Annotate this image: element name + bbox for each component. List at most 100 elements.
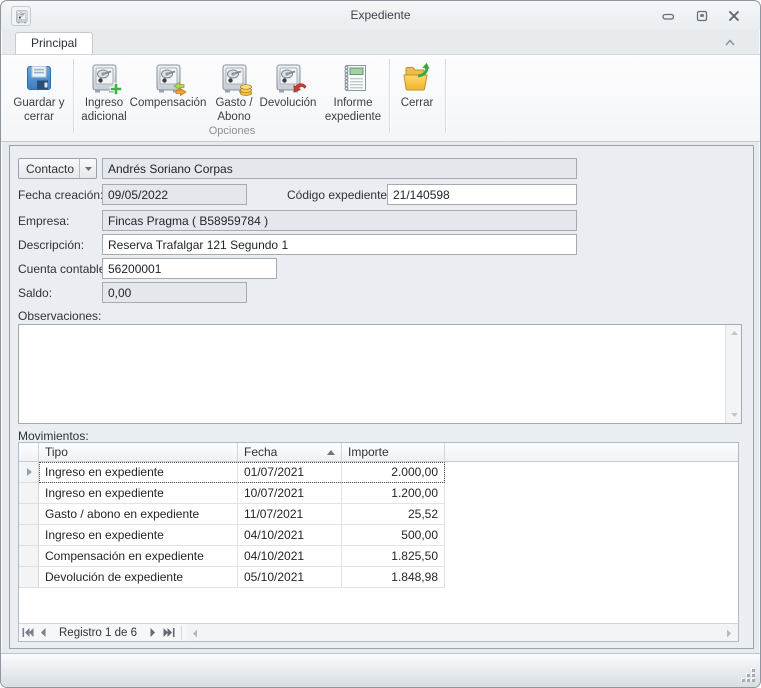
column-header-importe[interactable]: Importe bbox=[342, 443, 445, 462]
movimientos-grid: Tipo Fecha Importe Ingreso en expediente… bbox=[18, 442, 739, 642]
movimientos-label: Movimientos: bbox=[18, 429, 89, 443]
codigo-expediente-field[interactable] bbox=[387, 184, 577, 205]
close-icon bbox=[728, 10, 740, 22]
row-indicator-cell bbox=[19, 546, 39, 567]
cerrar-button[interactable]: Cerrar bbox=[393, 58, 441, 136]
column-header-filler bbox=[445, 443, 738, 462]
current-row-arrow-icon bbox=[25, 467, 33, 477]
record-counter: Registro 1 de 6 bbox=[51, 627, 145, 639]
row-indicator-cell bbox=[19, 483, 39, 504]
title-bar[interactable]: Expediente bbox=[1, 1, 760, 30]
contacto-dropdown-button[interactable]: Contacto bbox=[18, 158, 97, 179]
safe-return-arrow-icon bbox=[272, 62, 304, 94]
cell-importe[interactable]: 1.825,50 bbox=[342, 546, 445, 567]
row-indicator-header bbox=[19, 443, 39, 462]
descripcion-field[interactable] bbox=[102, 234, 577, 255]
saldo-field bbox=[102, 282, 247, 303]
scroll-left-icon[interactable] bbox=[188, 626, 202, 640]
status-bar bbox=[1, 653, 760, 687]
cell-tipo[interactable]: Ingreso en expediente bbox=[39, 483, 238, 504]
cell-tipo[interactable]: Ingreso en expediente bbox=[39, 525, 238, 546]
row-indicator-cell bbox=[19, 567, 39, 588]
ribbon-separator bbox=[389, 59, 390, 133]
exit-folder-icon bbox=[401, 62, 433, 94]
safe-swap-arrows-icon bbox=[152, 62, 184, 94]
cell-importe[interactable]: 500,00 bbox=[342, 525, 445, 546]
cell-fecha[interactable]: 11/07/2021 bbox=[238, 504, 342, 525]
chevron-down-icon bbox=[79, 159, 96, 178]
cell-tipo[interactable]: Ingreso en expediente bbox=[39, 462, 238, 483]
descripcion-label: Descripción: bbox=[18, 238, 84, 252]
row-indicator-cell bbox=[19, 462, 39, 483]
column-header-tipo[interactable]: Tipo bbox=[39, 443, 238, 462]
expediente-window: Expediente Principal bbox=[0, 0, 761, 688]
observaciones-textarea[interactable] bbox=[19, 325, 725, 423]
table-row[interactable]: Ingreso en expediente 04/10/2021 500,00 bbox=[19, 525, 738, 546]
cell-fecha[interactable]: 05/10/2021 bbox=[238, 567, 342, 588]
close-button[interactable] bbox=[722, 8, 746, 24]
observaciones-label: Observaciones: bbox=[18, 309, 101, 323]
contacto-dropdown-label: Contacto bbox=[19, 159, 79, 178]
first-record-button[interactable] bbox=[19, 626, 35, 640]
previous-record-button[interactable] bbox=[35, 626, 51, 640]
cell-fecha[interactable]: 04/10/2021 bbox=[238, 546, 342, 567]
column-header-fecha[interactable]: Fecha bbox=[238, 443, 342, 462]
maximize-icon bbox=[696, 10, 708, 22]
safe-plus-icon bbox=[88, 62, 120, 94]
navigator-separator bbox=[181, 626, 182, 640]
grid-body: Ingreso en expediente 01/07/2021 2.000,0… bbox=[19, 462, 738, 588]
cell-importe[interactable]: 25,52 bbox=[342, 504, 445, 525]
cell-fecha[interactable]: 10/07/2021 bbox=[238, 483, 342, 504]
next-record-button[interactable] bbox=[145, 626, 161, 640]
cell-importe[interactable]: 1.200,00 bbox=[342, 483, 445, 504]
contacto-field bbox=[102, 158, 577, 179]
table-row[interactable]: Devolución de expediente 05/10/2021 1.84… bbox=[19, 567, 738, 588]
ribbon: Guardar y cerrar Ingreso adicional Compe… bbox=[1, 54, 760, 142]
row-indicator-cell bbox=[19, 504, 39, 525]
observaciones-box bbox=[18, 324, 742, 424]
vertical-scrollbar[interactable] bbox=[725, 325, 741, 423]
scroll-up-icon[interactable] bbox=[726, 325, 742, 341]
next-record-icon bbox=[149, 627, 157, 638]
resize-grip[interactable] bbox=[741, 668, 755, 682]
row-indicator-cell bbox=[19, 525, 39, 546]
minimize-button[interactable] bbox=[656, 8, 680, 24]
save-and-close-button[interactable]: Guardar y cerrar bbox=[9, 58, 69, 136]
cell-tipo[interactable]: Devolución de expediente bbox=[39, 567, 238, 588]
cell-fecha[interactable]: 01/07/2021 bbox=[238, 462, 342, 483]
last-record-button[interactable] bbox=[161, 626, 177, 640]
first-record-icon bbox=[21, 627, 34, 638]
cell-fecha[interactable]: 04/10/2021 bbox=[238, 525, 342, 546]
codigo-expediente-label: Código expediente: bbox=[287, 188, 390, 202]
scroll-down-icon[interactable] bbox=[726, 407, 742, 423]
record-navigator: Registro 1 de 6 bbox=[19, 623, 738, 641]
empresa-field bbox=[102, 210, 577, 231]
cell-importe[interactable]: 1.848,98 bbox=[342, 567, 445, 588]
report-notebook-icon bbox=[337, 62, 369, 94]
maximize-button[interactable] bbox=[690, 8, 714, 24]
cell-tipo[interactable]: Compensación en expediente bbox=[39, 546, 238, 567]
previous-record-icon bbox=[39, 627, 47, 638]
table-row[interactable]: Ingreso en expediente 01/07/2021 2.000,0… bbox=[19, 462, 738, 483]
table-row[interactable]: Ingreso en expediente 10/07/2021 1.200,0… bbox=[19, 483, 738, 504]
safe-coins-icon bbox=[218, 62, 250, 94]
grid-header: Tipo Fecha Importe bbox=[19, 443, 738, 462]
saldo-label: Saldo: bbox=[18, 286, 52, 300]
fecha-creacion-field bbox=[102, 184, 247, 205]
ribbon-tab-row: Principal bbox=[1, 30, 760, 54]
window-title: Expediente bbox=[1, 8, 760, 22]
ribbon-collapse-button[interactable] bbox=[722, 36, 738, 49]
horizontal-scrollbar[interactable] bbox=[186, 624, 738, 641]
cuenta-contable-field[interactable] bbox=[102, 258, 277, 279]
table-row[interactable]: Gasto / abono en expediente 11/07/2021 2… bbox=[19, 504, 738, 525]
form-panel: Contacto Fecha creación: Código expedien… bbox=[9, 145, 754, 649]
ribbon-separator bbox=[445, 59, 446, 133]
table-row[interactable]: Compensación en expediente 04/10/2021 1.… bbox=[19, 546, 738, 567]
cell-importe[interactable]: 2.000,00 bbox=[342, 462, 445, 483]
column-header-fecha-label: Fecha bbox=[244, 445, 277, 459]
ribbon-group-opciones-label: Opciones bbox=[75, 125, 389, 137]
empresa-label: Empresa: bbox=[18, 214, 69, 228]
tab-principal[interactable]: Principal bbox=[15, 32, 93, 54]
scroll-right-icon[interactable] bbox=[722, 626, 736, 640]
cell-tipo[interactable]: Gasto / abono en expediente bbox=[39, 504, 238, 525]
